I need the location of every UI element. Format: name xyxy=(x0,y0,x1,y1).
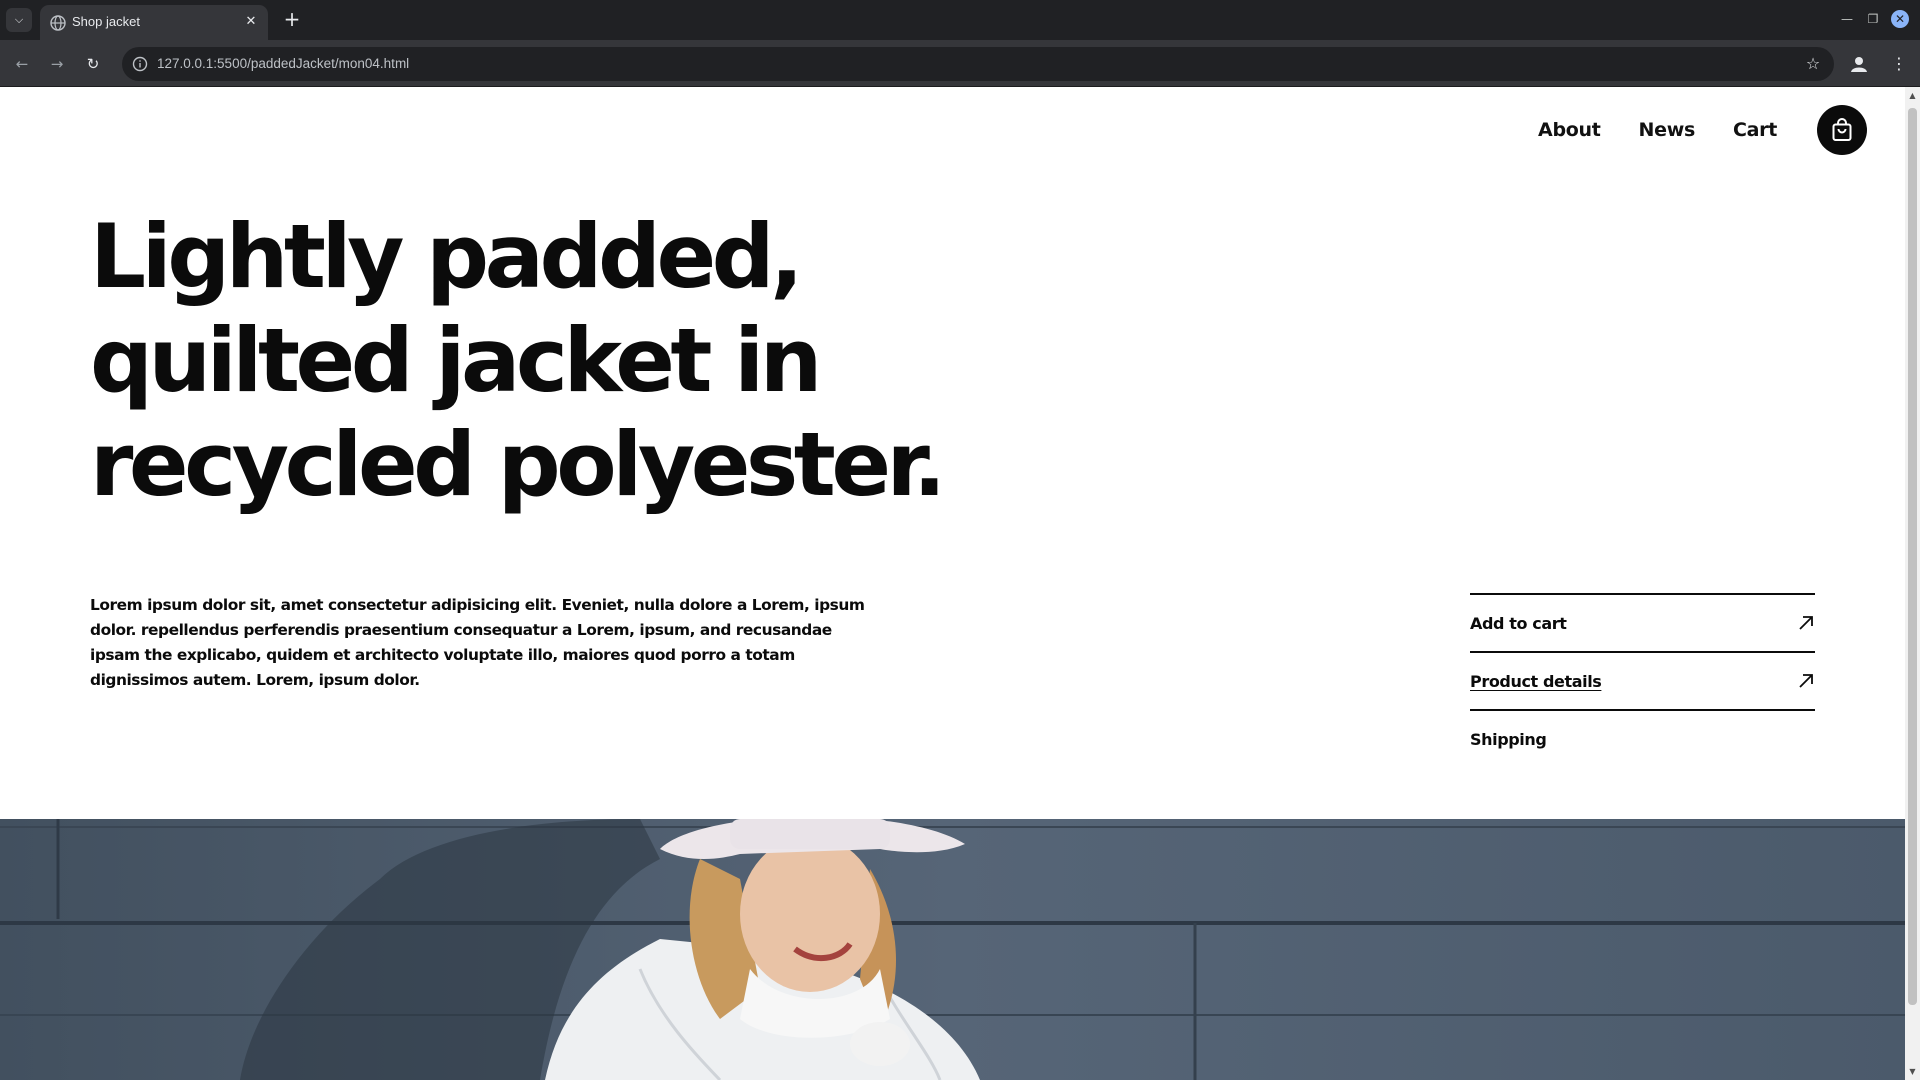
headline-line-3: recycled polyester. xyxy=(90,413,946,516)
page-viewport: About News Cart Lightly padded, quilted … xyxy=(0,87,1905,1080)
headline-line-1: Lightly padded, xyxy=(90,205,804,308)
hero-photo xyxy=(0,819,1905,1080)
restore-icon[interactable]: ❐ xyxy=(1864,10,1882,28)
nav-about-link[interactable]: About xyxy=(1538,119,1601,141)
shopping-bag-icon xyxy=(1832,118,1852,141)
product-actions-menu: Add to cart Product details Shipping xyxy=(1470,593,1815,767)
close-tab-icon[interactable]: ✕ xyxy=(242,13,260,31)
address-bar[interactable]: 127.0.0.1:5500/paddedJacket/mon04.html ☆ xyxy=(122,47,1834,81)
scroll-up-arrow-icon[interactable]: ▲ xyxy=(1908,91,1917,100)
browser-tab[interactable]: Shop jacket ✕ xyxy=(40,5,268,40)
cart-button[interactable] xyxy=(1817,105,1867,155)
product-description: Lorem ipsum dolor sit, amet consectetur … xyxy=(90,596,865,689)
back-icon[interactable]: ← xyxy=(11,53,33,75)
arrow-up-right-icon xyxy=(1799,674,1813,688)
browser-toolbar: ← → ↻ 127.0.0.1:5500/paddedJacket/mon04.… xyxy=(0,40,1920,87)
nav-cart-link[interactable]: Cart xyxy=(1733,119,1777,141)
globe-icon xyxy=(50,15,66,31)
hero-headline: Lightly padded, quilted jacket in recycl… xyxy=(90,205,970,517)
new-tab-icon[interactable]: + xyxy=(282,9,302,29)
headline-line-2: quilted jacket in xyxy=(90,309,822,412)
add-to-cart-item[interactable]: Add to cart xyxy=(1470,593,1815,651)
minimize-icon[interactable]: — xyxy=(1838,10,1856,28)
product-details-item[interactable]: Product details xyxy=(1470,651,1815,709)
product-details-label[interactable]: Product details xyxy=(1470,672,1602,691)
add-to-cart-label: Add to cart xyxy=(1470,613,1567,633)
scroll-thumb[interactable] xyxy=(1908,108,1917,1005)
browser-menu-icon[interactable]: ⋮ xyxy=(1888,53,1910,75)
shipping-item[interactable]: Shipping xyxy=(1470,709,1815,767)
scroll-down-arrow-icon[interactable]: ▼ xyxy=(1908,1067,1917,1076)
tab-search-icon[interactable]: ⌵ xyxy=(6,8,32,32)
profile-icon[interactable] xyxy=(1848,53,1870,75)
forward-icon[interactable]: → xyxy=(46,53,68,75)
jacket-model-photo xyxy=(0,819,1905,1080)
tab-title: Shop jacket xyxy=(72,14,140,29)
close-window-icon[interactable]: ✕ xyxy=(1891,10,1909,28)
site-info-icon[interactable] xyxy=(132,56,148,72)
nav-news-link[interactable]: News xyxy=(1639,119,1696,141)
reload-icon[interactable]: ↻ xyxy=(82,53,104,75)
bookmark-star-icon[interactable]: ☆ xyxy=(1804,55,1822,73)
site-nav: About News Cart xyxy=(1500,105,1867,155)
url-text[interactable]: 127.0.0.1:5500/paddedJacket/mon04.html xyxy=(157,56,409,71)
browser-tab-bar: ⌵ Shop jacket ✕ + — ❐ ✕ xyxy=(0,0,1920,40)
page-scrollbar[interactable]: ▲ ▼ xyxy=(1905,87,1920,1080)
arrow-up-right-icon xyxy=(1799,616,1813,630)
shipping-label: Shipping xyxy=(1470,729,1547,749)
